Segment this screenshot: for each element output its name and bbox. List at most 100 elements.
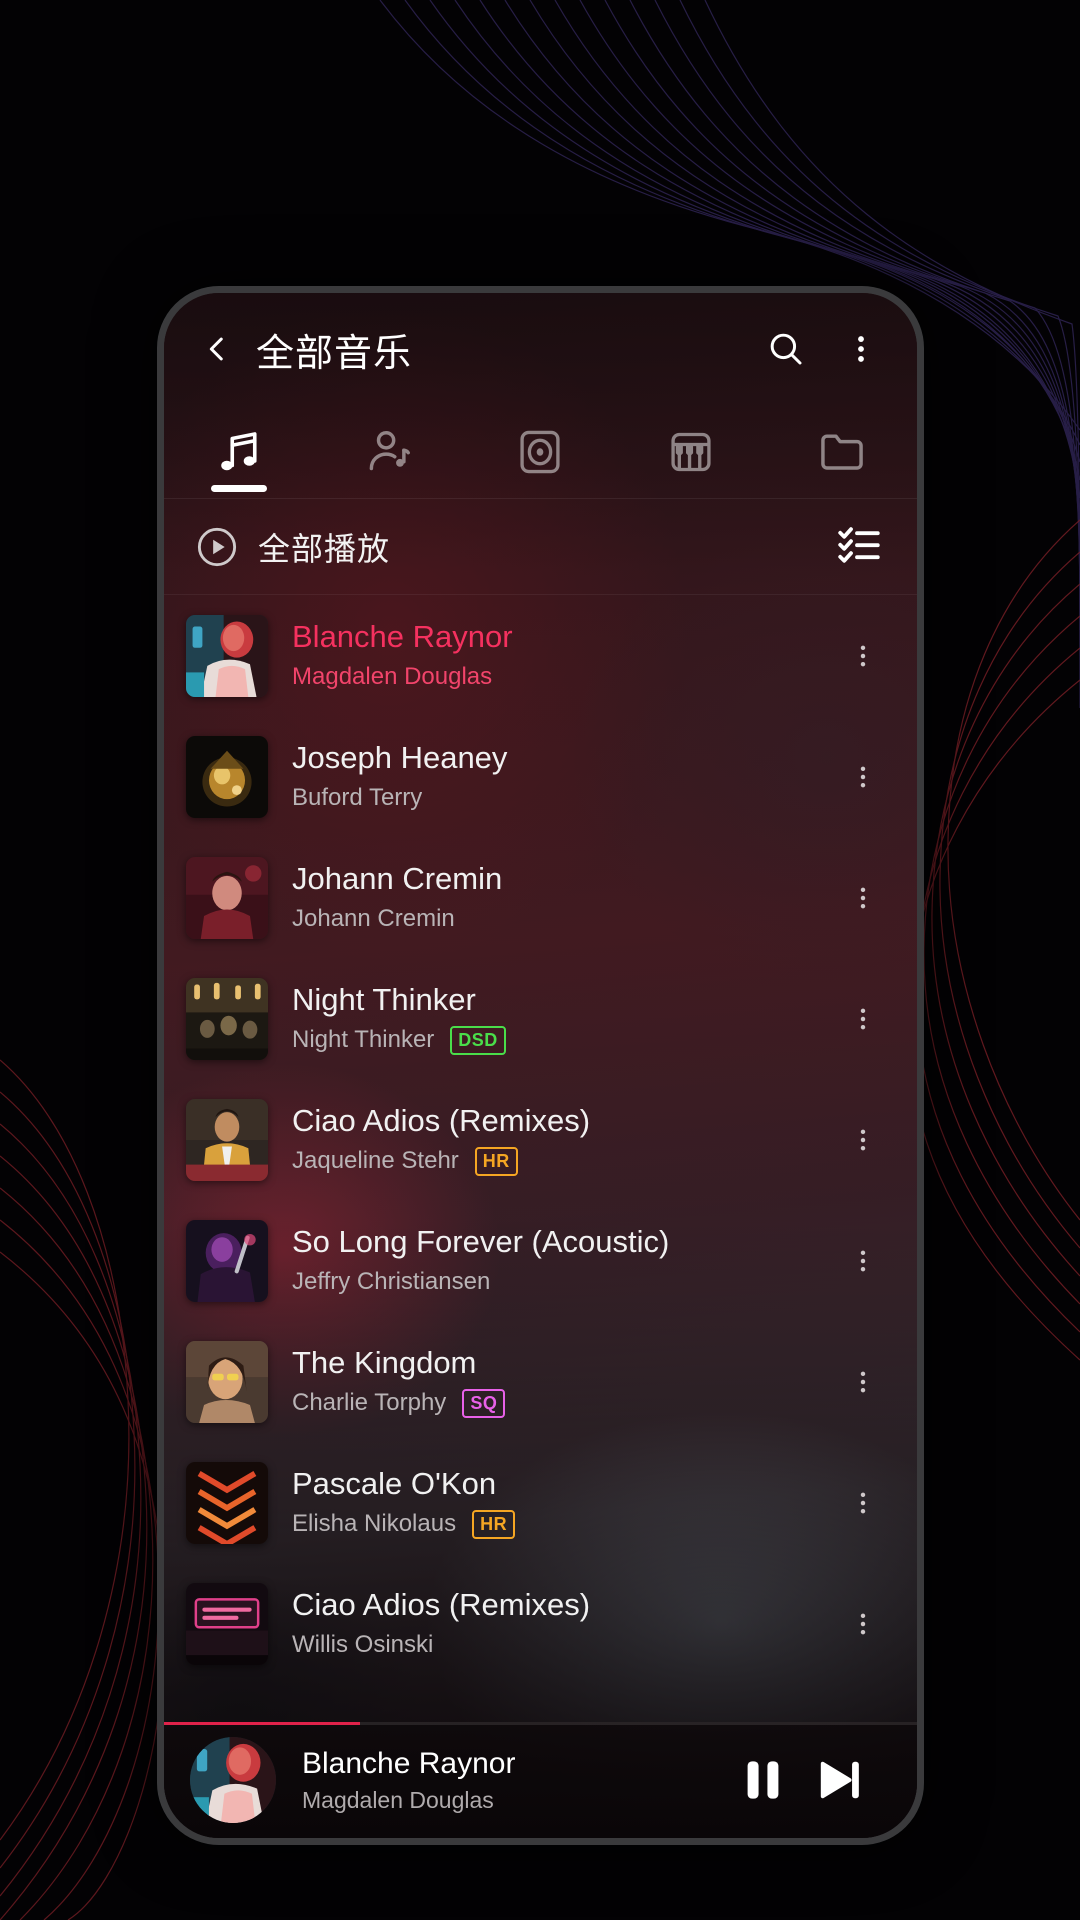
song-row[interactable]: Night Thinker Night Thinker DSD xyxy=(164,958,917,1079)
tab-genres[interactable] xyxy=(616,405,767,498)
song-subtitle-row: Night Thinker DSD xyxy=(292,1025,837,1055)
song-artist: Jaqueline Stehr xyxy=(292,1146,459,1174)
song-artist: Elisha Nikolaus xyxy=(292,1509,457,1537)
mini-player[interactable]: Blanche Raynor Magdalen Douglas xyxy=(164,1722,917,1838)
overflow-menu-icon xyxy=(860,645,866,666)
song-subtitle-row: Willis Osinski xyxy=(292,1631,837,1660)
art-singer-purple xyxy=(186,1219,268,1302)
song-meta: Johann Cremin Johann Cremin xyxy=(292,861,837,933)
song-overflow-button[interactable] xyxy=(837,884,889,912)
song-row[interactable]: Blanche Raynor Magdalen Douglas xyxy=(164,595,917,716)
skip-next-icon xyxy=(820,1761,859,1799)
song-artist: Buford Terry xyxy=(292,783,423,811)
play-all-label: 全部播放 xyxy=(258,530,391,567)
song-subtitle-row: Buford Terry xyxy=(292,784,837,813)
song-row[interactable]: Pascale O'Kon Elisha Nikolaus HR xyxy=(164,1442,917,1563)
song-artist: Jeffry Christiansen xyxy=(292,1267,491,1295)
song-overflow-button[interactable] xyxy=(837,1126,889,1154)
song-title: Ciao Adios (Remixes) xyxy=(292,1103,591,1139)
song-overflow-button[interactable] xyxy=(837,763,889,791)
art-gold-ornament xyxy=(186,735,268,818)
next-track-button[interactable] xyxy=(801,1742,877,1818)
page-title: 全部音乐 xyxy=(256,332,413,375)
song-title: Ciao Adios (Remixes) xyxy=(292,1587,591,1623)
overflow-menu-icon xyxy=(860,766,866,787)
overflow-menu-icon xyxy=(860,1250,866,1271)
song-title: Pascale O'Kon xyxy=(292,1466,497,1502)
song-overflow-button[interactable] xyxy=(837,1005,889,1033)
song-row[interactable]: Johann Cremin Johann Cremin xyxy=(164,837,917,958)
song-artist: Magdalen Douglas xyxy=(292,662,493,690)
overflow-menu-icon xyxy=(860,887,866,908)
song-title: Johann Cremin xyxy=(292,861,503,897)
song-meta: Blanche Raynor Magdalen Douglas xyxy=(292,619,837,691)
artist-icon xyxy=(369,430,410,470)
song-meta: Night Thinker Night Thinker DSD xyxy=(292,982,837,1055)
song-artist: Willis Osinski xyxy=(292,1630,434,1658)
song-overflow-button[interactable] xyxy=(837,1368,889,1396)
art-man-red-neon xyxy=(190,1737,276,1823)
song-subtitle-row: Jeffry Christiansen xyxy=(292,1268,837,1297)
song-album-art xyxy=(186,1340,268,1423)
song-album-art xyxy=(186,735,268,818)
song-row[interactable]: The Kingdom Charlie Torphy SQ xyxy=(164,1321,917,1442)
song-subtitle-row: Charlie Torphy SQ xyxy=(292,1388,837,1418)
song-title: The Kingdom xyxy=(292,1345,477,1381)
tab-folders[interactable] xyxy=(766,405,917,498)
song-album-art xyxy=(186,1461,268,1544)
mini-player-album-art[interactable] xyxy=(190,1737,276,1823)
tab-artists[interactable] xyxy=(315,405,466,498)
song-subtitle-row: Elisha Nikolaus HR xyxy=(292,1509,837,1539)
play-all-row[interactable]: 全部播放 xyxy=(164,499,917,595)
song-row[interactable]: Ciao Adios (Remixes) Jaqueline Stehr HR xyxy=(164,1079,917,1200)
song-list[interactable]: Blanche Raynor Magdalen Douglas Joseph He… xyxy=(164,595,917,1722)
phone-device-frame: 全部音乐 全部播放 Blanche Raynor Magdalen Dougla… xyxy=(157,286,924,1845)
overflow-menu-icon xyxy=(860,1129,866,1150)
overflow-menu-icon xyxy=(860,1613,866,1634)
search-button[interactable] xyxy=(757,320,815,378)
chevron-left-icon xyxy=(209,337,223,361)
song-row[interactable]: So Long Forever (Acoustic) Jeffry Christi… xyxy=(164,1200,917,1321)
song-artist: Charlie Torphy xyxy=(292,1388,447,1416)
music-note-icon xyxy=(221,431,257,470)
mini-player-progress-fill xyxy=(164,1722,360,1725)
pause-button[interactable] xyxy=(725,1742,801,1818)
tab-albums[interactable] xyxy=(465,405,616,498)
quality-badge-hr: HR xyxy=(472,1509,516,1539)
art-portrait-red xyxy=(186,856,268,939)
song-subtitle-row: Jaqueline Stehr HR xyxy=(292,1146,837,1176)
song-title: Night Thinker xyxy=(292,982,476,1018)
overflow-menu-button[interactable] xyxy=(841,320,881,378)
library-tab-bar xyxy=(164,405,917,499)
song-album-art xyxy=(186,856,268,939)
back-button[interactable] xyxy=(190,322,244,376)
song-row[interactable]: Ciao Adios (Remixes) Willis Osinski xyxy=(164,1563,917,1684)
overflow-menu-icon xyxy=(860,1492,866,1513)
song-artist: Night Thinker xyxy=(292,1025,435,1053)
mini-player-meta: Blanche Raynor Magdalen Douglas xyxy=(302,1747,725,1814)
song-album-art xyxy=(186,1582,268,1665)
mini-player-artist: Magdalen Douglas xyxy=(302,1786,494,1813)
song-meta: Joseph Heaney Buford Terry xyxy=(292,740,837,812)
song-overflow-button[interactable] xyxy=(837,1489,889,1517)
quality-badge-sq: SQ xyxy=(462,1388,506,1418)
piano-keys-icon xyxy=(671,432,711,471)
art-neon-arrows xyxy=(186,1461,268,1544)
checklist-icon xyxy=(838,527,880,563)
song-row[interactable]: Joseph Heaney Buford Terry xyxy=(164,716,917,837)
multiselect-button[interactable] xyxy=(835,520,883,573)
song-subtitle-row: Magdalen Douglas xyxy=(292,663,837,692)
overflow-menu-icon xyxy=(858,336,864,362)
song-overflow-button[interactable] xyxy=(837,642,889,670)
song-meta: Ciao Adios (Remixes) Willis Osinski xyxy=(292,1587,837,1659)
song-album-art xyxy=(186,614,268,697)
art-man-red-neon xyxy=(186,614,268,697)
song-title: Joseph Heaney xyxy=(292,740,508,776)
song-meta: Ciao Adios (Remixes) Jaqueline Stehr HR xyxy=(292,1103,837,1176)
song-overflow-button[interactable] xyxy=(837,1247,889,1275)
tab-songs[interactable] xyxy=(164,405,315,498)
search-icon xyxy=(770,333,802,365)
song-overflow-button[interactable] xyxy=(837,1610,889,1638)
overflow-menu-icon xyxy=(860,1371,866,1392)
app-bar: 全部音乐 xyxy=(164,293,917,405)
